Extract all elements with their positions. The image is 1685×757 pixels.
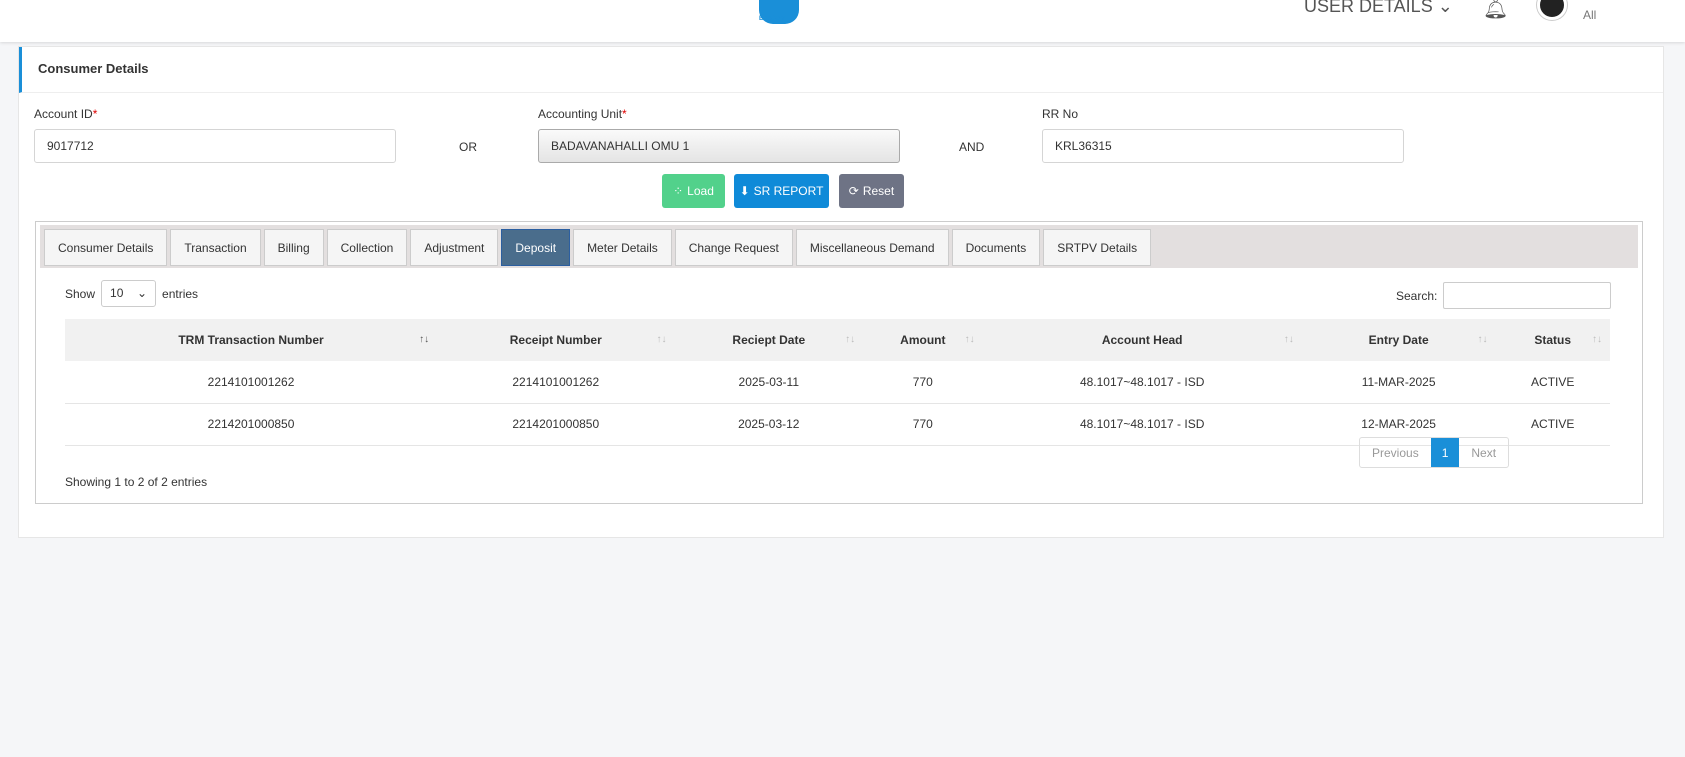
sort-icon: ↑↓ (656, 334, 667, 345)
download-circle-icon: ⬇ (739, 184, 750, 198)
tab-deposit[interactable]: Deposit (501, 229, 571, 266)
search-label: Search: (1396, 288, 1438, 303)
deposit-table: TRM Transaction Number ↑↓ Receipt Number ↑… (65, 319, 1610, 446)
accounting-unit-label: Accounting Unit* (538, 107, 627, 121)
table-info: Showing 1 to 2 of 2 entries (65, 475, 208, 489)
brand-text: BESCOM (759, 16, 786, 22)
account-id-input[interactable]: 9017712 (34, 129, 396, 163)
tab-change-request[interactable]: Change Request (674, 229, 793, 266)
account-id-label: Account ID* (34, 107, 98, 121)
column-header[interactable]: Entry Date ↑↓ (1301, 319, 1496, 361)
column-header[interactable]: Reciept Date ↑↓ (674, 319, 864, 361)
column-header[interactable]: Amount ↑↓ (863, 319, 983, 361)
sort-icon: ↑↓ (964, 334, 975, 345)
sort-icon: ↑↓ (1592, 334, 1602, 345)
pagination: Previous 1 Next (1359, 437, 1510, 468)
reset-button[interactable]: ⟳ Reset (839, 174, 904, 208)
card-title: Consumer Details (19, 47, 1663, 93)
or-label: OR (459, 140, 477, 154)
tab-miscellaneous-demand[interactable]: Miscellaneous Demand (795, 229, 949, 266)
column-header[interactable]: TRM Transaction Number ↑↓ (65, 319, 438, 361)
tab-documents[interactable]: Documents (951, 229, 1041, 266)
tab-bar: Consumer Details Transaction Billing Col… (40, 225, 1638, 268)
previous-button[interactable]: Previous (1360, 438, 1431, 467)
tab-billing[interactable]: Billing (263, 229, 324, 266)
and-label: AND (959, 140, 985, 154)
table-row: 2214101001262 2214101001262 2025-03-11 770 4… (65, 361, 1610, 404)
rr-no-input[interactable]: KRL36315 (1042, 129, 1404, 163)
chevron-down-icon: ⌄ (136, 286, 148, 300)
avatar[interactable] (1537, 0, 1567, 20)
entries-length: Show 10 ⌄ entries (65, 280, 198, 307)
sort-icon: ↑↓ (845, 334, 856, 345)
sort-icon: ↑↓ (1283, 334, 1294, 345)
entries-select[interactable]: 10 ⌄ (101, 280, 157, 307)
tab-transaction[interactable]: Transaction (170, 229, 261, 266)
column-header[interactable]: Receipt Number ↑↓ (437, 319, 675, 361)
accounting-unit-select[interactable]: BADAVANAHALLI OMU 1 (538, 129, 900, 163)
tab-consumer-details[interactable]: Consumer Details (44, 229, 168, 266)
tab-srtpv-details[interactable]: SRTPV Details (1043, 229, 1152, 266)
show-label: Show (65, 286, 96, 301)
spinner-icon: ⁘ (673, 184, 684, 198)
sort-icon: ↑↓ (419, 334, 430, 345)
load-button[interactable]: ⁘ Load (662, 174, 725, 208)
rr-no-label: RR No (1042, 107, 1079, 121)
entries-label: entries (162, 286, 199, 301)
details-panel: Consumer Details Transaction Billing Col… (35, 221, 1643, 504)
refresh-icon: ⟳ (848, 184, 859, 198)
chevron-down-icon: ⌄ (1437, 0, 1453, 16)
user-details-menu[interactable]: USER DETAILS ⌄ (1304, 0, 1453, 17)
sr-report-button[interactable]: ⬇ SR REPORT (734, 174, 829, 208)
role-label: All (1583, 8, 1597, 22)
tab-meter-details[interactable]: Meter Details (573, 229, 672, 266)
column-header[interactable]: Status ↑↓ (1495, 319, 1610, 361)
tab-collection[interactable]: Collection (326, 229, 408, 266)
user-details-label: USER DETAILS (1304, 0, 1433, 16)
tab-adjustment[interactable]: Adjustment (410, 229, 499, 266)
consumer-details-card: Consumer Details Account ID* 9017712 OR … (18, 46, 1664, 538)
search-input[interactable] (1443, 282, 1612, 309)
table-search: Search: (1396, 282, 1612, 309)
top-bar: BESCOM USER DETAILS ⌄ 🔔︎ All (0, 0, 1685, 42)
sort-icon: ↑↓ (1477, 334, 1488, 345)
page-1-button[interactable]: 1 (1430, 438, 1460, 467)
bell-icon[interactable]: 🔔︎ (1483, 0, 1508, 21)
column-header[interactable]: Account Head ↑↓ (982, 319, 1302, 361)
next-button[interactable]: Next (1459, 438, 1508, 467)
